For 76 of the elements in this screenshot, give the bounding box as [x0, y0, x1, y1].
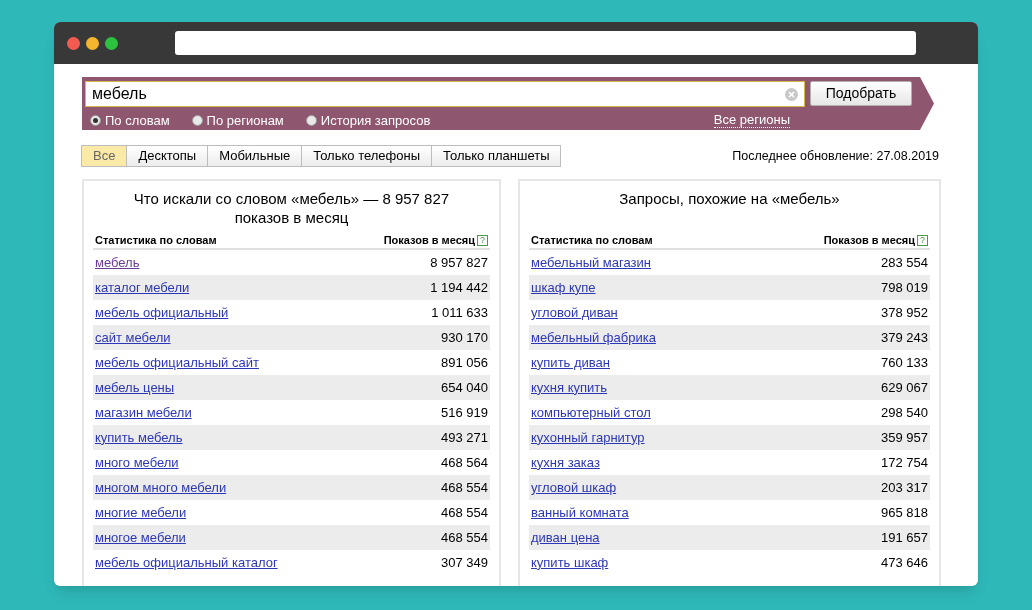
column-header: Показов в месяц [383, 232, 475, 248]
query-link[interactable]: многие мебели [95, 502, 187, 523]
query-link[interactable]: мебель официальный [95, 302, 229, 323]
impressions-count: 654 040 [441, 378, 488, 397]
impressions-count: 930 170 [441, 328, 488, 347]
query-link[interactable]: компьютерный стол [531, 402, 651, 423]
impressions-count: 283 554 [881, 253, 928, 272]
query-link[interactable]: купить шкаф [531, 552, 609, 573]
impressions-count: 516 919 [441, 403, 488, 422]
query-link[interactable]: многое мебели [95, 527, 186, 548]
last-update-text: Последнее обновление: 27.08.2019 [732, 147, 939, 165]
all-regions-link[interactable]: Все регионы [713, 113, 790, 129]
impressions-count: 307 349 [441, 553, 488, 572]
impressions-count: 493 271 [441, 428, 488, 447]
impressions-count: 468 564 [441, 453, 488, 472]
pick-button[interactable]: Подобрать [810, 81, 912, 106]
impressions-count: 203 317 [881, 478, 928, 497]
impressions-count: 798 019 [881, 278, 928, 297]
radio-button[interactable] [191, 115, 203, 127]
radio-button[interactable] [305, 115, 317, 127]
impressions-count: 378 952 [881, 303, 928, 322]
impressions-count: 965 818 [881, 503, 928, 522]
query-link[interactable]: мебельный магазин [531, 252, 651, 273]
query-link[interactable]: мебель официальный сайт [95, 352, 259, 373]
query-link[interactable]: мебель [95, 252, 140, 273]
column-header: Статистика по словам [531, 232, 653, 248]
query-link[interactable]: мебельный фабрика [531, 327, 656, 348]
search-text: мебель [92, 84, 148, 104]
query-link[interactable]: кухонный гарнитур [531, 427, 645, 448]
impressions-count: 1 011 633 [431, 303, 488, 322]
radio-label[interactable]: По регионам [206, 111, 284, 131]
query-link[interactable]: магазин мебели [95, 402, 192, 423]
impressions-count: 1 194 442 [430, 278, 488, 297]
help-icon[interactable]: ? [477, 235, 488, 246]
filter-tab[interactable]: Мобильные [207, 145, 303, 167]
impressions-count: 191 657 [881, 528, 928, 547]
impressions-count: 468 554 [441, 478, 488, 497]
filter-tab[interactable]: Только планшеты [431, 145, 562, 167]
impressions-count: 359 957 [881, 428, 928, 447]
impressions-count: 629 067 [881, 378, 928, 397]
query-link[interactable]: угловой диван [531, 302, 618, 323]
column-header: Показов в месяц [823, 232, 915, 248]
impressions-count: 468 554 [441, 503, 488, 522]
impressions-count: 298 540 [881, 403, 928, 422]
help-icon[interactable]: ? [917, 235, 928, 246]
impressions-count: 760 133 [881, 353, 928, 372]
query-link[interactable]: сайт мебели [95, 327, 171, 348]
filter-tab[interactable]: Десктопы [126, 145, 209, 167]
query-link[interactable]: ванный комната [531, 502, 629, 523]
impressions-count: 379 243 [881, 328, 928, 347]
query-link[interactable]: кухня купить [531, 377, 608, 398]
panel-title: Запросы, похожие на «мебель» [619, 189, 840, 209]
query-link[interactable]: много мебели [95, 452, 179, 473]
impressions-count: 172 754 [881, 453, 928, 472]
query-link[interactable]: диван цена [531, 527, 600, 548]
query-link[interactable]: купить мебель [95, 427, 183, 448]
filter-tab[interactable]: Все [81, 145, 128, 167]
impressions-count: 891 056 [441, 353, 488, 372]
query-link[interactable]: каталог мебели [95, 277, 190, 298]
radio-label[interactable]: По словам [105, 111, 170, 131]
impressions-count: 473 646 [881, 553, 928, 572]
radio-button[interactable] [90, 115, 101, 127]
query-link[interactable]: купить диван [531, 352, 610, 373]
query-link[interactable]: мебель официальный каталог [95, 552, 278, 573]
column-header: Статистика по словам [95, 232, 217, 248]
panel-title: Что искали со словом «мебель» — 8 957 827 показов в месяц [132, 189, 451, 228]
impressions-count: 468 554 [441, 528, 488, 547]
filter-tab[interactable]: Только телефоны [301, 145, 432, 167]
query-link[interactable]: шкаф купе [531, 277, 596, 298]
query-link[interactable]: многом много мебели [95, 477, 227, 498]
impressions-count: 8 957 827 [430, 253, 488, 272]
query-link[interactable]: кухня заказ [531, 452, 600, 473]
search-field[interactable]: мебель [85, 81, 805, 107]
query-link[interactable]: угловой шкаф [531, 477, 617, 498]
radio-label[interactable]: История запросов [320, 111, 431, 131]
query-link[interactable]: мебель цены [95, 377, 175, 398]
